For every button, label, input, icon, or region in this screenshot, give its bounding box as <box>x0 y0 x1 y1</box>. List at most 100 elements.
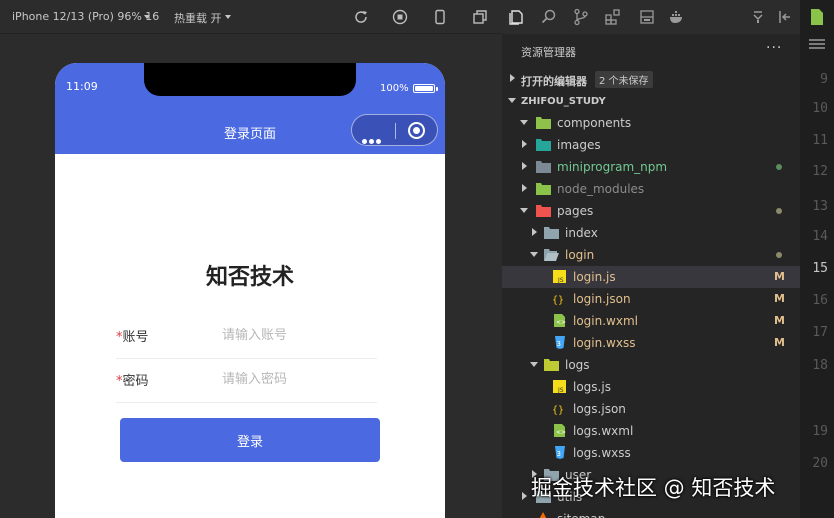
tree-label: logs.wxml <box>573 424 634 438</box>
tree-item-node-modules[interactable]: node_modules <box>502 178 800 200</box>
extensions-icon[interactable] <box>604 8 622 26</box>
activity-bar <box>502 0 802 34</box>
line-number: 13 <box>812 199 828 214</box>
tree-item-logs-wxml[interactable]: <> logs.wxml <box>502 420 800 442</box>
tree-item-logs-json[interactable]: {} logs.json <box>502 398 800 420</box>
chevron-right-icon <box>522 140 527 148</box>
line-number: 16 <box>812 293 828 308</box>
svg-text:{}: {} <box>552 405 564 415</box>
unsaved-count-badge: 2 个未保存 <box>595 71 653 88</box>
password-label-text: 密码 <box>122 374 149 389</box>
status-time: 11:09 <box>66 80 98 93</box>
tree-label: login.js <box>573 270 616 284</box>
project-root[interactable]: ZHIFOU_STUDY <box>502 90 800 112</box>
tree-item-sitemap[interactable]: sitemap <box>502 508 800 518</box>
line-number: 10 <box>812 101 828 116</box>
svg-text:JS: JS <box>557 387 564 393</box>
editor-gutter: 9 10 11 12 13 14 15 16 17 18 19 20 <box>800 0 834 518</box>
chevron-down-icon <box>508 98 516 103</box>
git-modified-badge: M <box>774 292 785 305</box>
tree-item-pages[interactable]: pages <box>502 200 800 222</box>
line-number: 18 <box>812 358 828 373</box>
chevron-right-icon <box>522 162 527 170</box>
outline-icon[interactable] <box>809 38 825 50</box>
svg-text:{}: {} <box>552 295 564 305</box>
simulator-panel: iPhone 12/13 (Pro) 96% 16 热重载 开 11:09 10… <box>0 0 502 518</box>
open-editors-label: 打开的编辑器 <box>521 75 587 88</box>
phone-screen: 11:09 100% 登录页面 知否技术 *账号 *密码 登录 <box>55 63 445 518</box>
line-number: 20 <box>812 456 828 471</box>
device-dropdown-icon[interactable] <box>144 15 150 19</box>
folder-images-icon <box>536 139 551 151</box>
chevron-right-icon <box>532 228 537 236</box>
tree-item-index[interactable]: index <box>502 222 800 244</box>
javascript-file-icon: JS <box>553 270 566 283</box>
phone-notch <box>144 63 356 96</box>
device-selector[interactable]: iPhone 12/13 (Pro) 96% 16 <box>12 10 159 23</box>
git-modified-badge: M <box>774 336 785 349</box>
svg-text:JS: JS <box>557 277 564 283</box>
tree-label: index <box>565 226 598 240</box>
tree-label: logs.wxss <box>573 446 631 460</box>
tree-label: miniprogram_npm <box>557 160 668 174</box>
tree-label: components <box>557 116 632 130</box>
tree-item-login-wxss[interactable]: 3 login.wxss M <box>502 332 800 354</box>
explorer-more-actions[interactable]: ··· <box>766 40 782 56</box>
json-file-icon: {} <box>552 405 564 415</box>
tree-item-login-js[interactable]: JS login.js M <box>502 266 800 288</box>
tree-label: login.json <box>573 292 631 306</box>
sitemap-file-icon <box>539 512 547 518</box>
tree-item-login-json[interactable]: {} login.json M <box>502 288 800 310</box>
docker-icon[interactable] <box>668 8 686 26</box>
debug-icon[interactable] <box>750 8 768 26</box>
folder-icon <box>536 161 551 173</box>
username-input[interactable] <box>222 325 372 345</box>
git-status-dot <box>776 164 782 170</box>
line-number: 9 <box>820 72 828 87</box>
file-tab-icon[interactable] <box>810 9 824 25</box>
svg-text:3: 3 <box>557 450 561 458</box>
tree-item-login-wxml[interactable]: <> login.wxml M <box>502 310 800 332</box>
more-menu-icon[interactable] <box>362 129 383 148</box>
phone-preview-icon[interactable] <box>432 9 448 25</box>
close-miniprogram-icon[interactable] <box>408 122 425 139</box>
tree-item-components[interactable]: components <box>502 112 800 134</box>
git-modified-badge: M <box>774 270 785 283</box>
storage-icon[interactable] <box>638 8 656 26</box>
git-status-dot <box>776 208 782 214</box>
explorer-title: 资源管理器 <box>521 46 576 59</box>
miniprogram-capsule <box>351 114 438 146</box>
css-file-icon: 3 <box>555 336 565 349</box>
chevron-down-icon <box>520 120 528 125</box>
source-control-icon[interactable] <box>572 8 590 26</box>
svg-text:3: 3 <box>557 340 561 348</box>
refresh-icon[interactable] <box>353 9 369 25</box>
tree-label: logs.json <box>573 402 626 416</box>
login-button[interactable]: 登录 <box>120 418 380 462</box>
folder-open-icon <box>544 249 559 261</box>
tree-item-miniprogram-npm[interactable]: miniprogram_npm <box>502 156 800 178</box>
detach-window-icon[interactable] <box>472 9 488 25</box>
password-row: *密码 <box>116 359 377 403</box>
folder-pages-icon <box>536 205 551 217</box>
tree-item-login[interactable]: login <box>502 244 800 266</box>
hot-reload-toggle[interactable]: 热重载 开 <box>174 10 222 26</box>
tree-item-logs-wxss[interactable]: 3 logs.wxss <box>502 442 800 464</box>
password-input[interactable] <box>222 369 372 389</box>
svg-text:<>: <> <box>556 319 566 326</box>
tree-item-logs[interactable]: logs <box>502 354 800 376</box>
username-label: *账号 <box>116 326 149 345</box>
tree-label: login.wxml <box>573 314 638 328</box>
simulator-toolbar: iPhone 12/13 (Pro) 96% 16 热重载 开 <box>0 0 502 34</box>
hot-reload-dropdown-icon[interactable] <box>225 15 231 19</box>
search-icon[interactable] <box>540 8 558 26</box>
tree-item-images[interactable]: images <box>502 134 800 156</box>
stop-icon[interactable] <box>392 9 408 25</box>
current-line-number: 15 <box>812 261 828 276</box>
explorer-icon[interactable] <box>508 8 526 26</box>
tree-item-logs-js[interactable]: JS logs.js <box>502 376 800 398</box>
password-label: *密码 <box>116 370 149 389</box>
folder-node-icon <box>536 183 551 195</box>
explorer-panel: 资源管理器 ··· 打开的编辑器 2 个未保存 ZHIFOU_STUDY com… <box>502 34 800 518</box>
collapse-panel-icon[interactable] <box>776 8 794 26</box>
